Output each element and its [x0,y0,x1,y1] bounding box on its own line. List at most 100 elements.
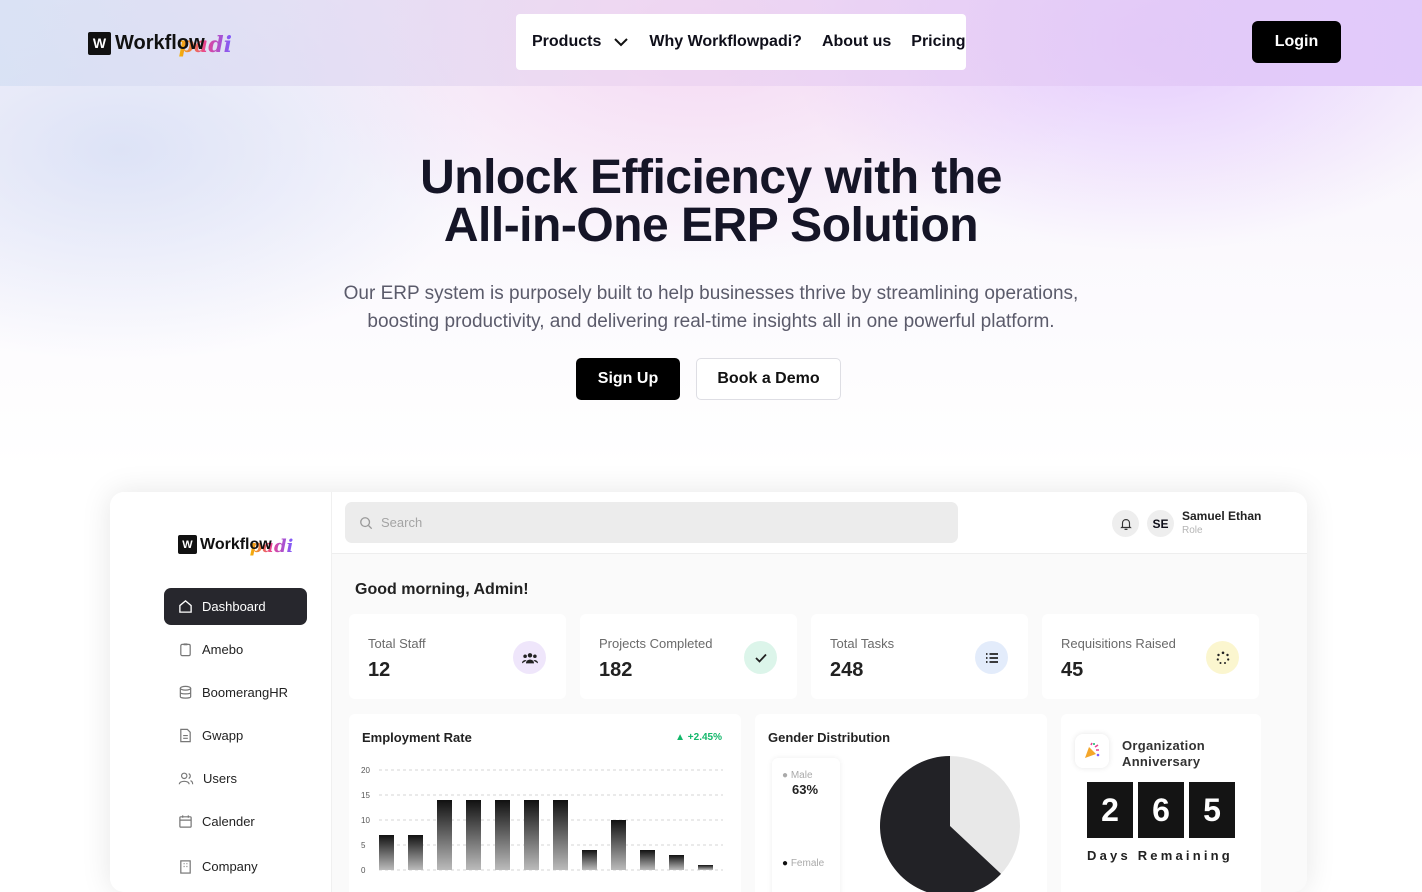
party-popper-icon [1075,734,1109,768]
team-icon [513,641,546,674]
home-icon [179,600,192,613]
main-nav: Products Why Workflowpadi? About us Pric… [516,14,966,70]
employment-rate-card: Employment Rate ▲ +2.45% 20 15 10 5 0 [349,714,741,892]
bar [437,800,452,870]
check-icon [744,641,777,674]
days-remaining-caption: Days Remaining [1087,848,1233,863]
employment-bar-chart: 20 15 10 5 0 [361,766,723,875]
calendar-icon [179,815,192,828]
countdown-digit: 6 [1138,782,1184,838]
login-button[interactable]: Login [1252,21,1341,63]
sidebar-item-label: Company [202,859,258,874]
hero-subtitle-line1: Our ERP system is purposely built to hel… [343,283,1079,304]
sidebar-item-label: BoomerangHR [202,685,288,700]
hero-subtitle-line2: boosting productivity, and delivering re… [367,311,1055,332]
bar [553,800,568,870]
logo-word: Workflow [115,31,205,54]
countdown-digit: 2 [1087,782,1133,838]
bar [408,835,423,870]
sidebar-item-label: Amebo [202,642,244,657]
anniversary-title: Organization Anniversary [1122,738,1205,770]
stat-value: 45 [1061,659,1084,681]
legend-male: ● Male [782,770,813,781]
stat-label: Requisitions Raised [1061,636,1176,651]
bar [611,820,626,870]
dashboard-preview: W Workflow padi Dashboard Amebo Boomeran… [110,492,1307,892]
clipboard-icon [180,643,191,657]
loader-icon [1206,641,1239,674]
database-icon [179,685,192,699]
sidebar-item-label: Dashboard [202,599,266,614]
document-icon [180,728,191,743]
sidebar-item-label: Users [203,771,237,786]
avatar[interactable]: SE [1147,510,1174,537]
sidebar-item-gwapp[interactable]: Gwapp [164,717,307,754]
y-tick-label: 0 [361,866,366,875]
nav-pricing[interactable]: Pricing [911,33,965,51]
bell-icon [1119,518,1132,530]
sidebar-item-users[interactable]: Users [164,760,307,797]
users-icon [178,772,194,785]
y-tick-label: 20 [361,766,370,775]
bar [466,800,481,870]
stat-value: 12 [368,659,391,681]
legend-female-label: Female [790,858,825,869]
stat-card-projects-completed: Projects Completed 182 [580,614,797,699]
sidebar-item-label: Calender [202,814,255,829]
bar [669,855,684,870]
stat-value: 182 [599,659,633,681]
logo-mark: W [88,31,111,55]
anniversary-title-line2: Anniversary [1122,754,1201,769]
gender-distribution-title: Gender Distribution [768,730,891,745]
hero-title-line2: All-in-One ERP Solution [443,199,979,252]
dashboard-logo: W Workflow padi [178,532,293,557]
hero-title: Unlock Efficiency with the All-in-One ER… [0,154,1422,250]
nav-about-us[interactable]: About us [822,33,891,51]
hero-title-line1: Unlock Efficiency with the [420,151,1002,204]
stat-label: Total Tasks [830,636,895,651]
sidebar-item-company[interactable]: Company [164,848,307,885]
brand-logo[interactable]: W Workflow padi [88,28,232,58]
sidebar-item-amebo[interactable]: Amebo [164,631,307,668]
stat-value: 248 [830,659,864,681]
list-icon [975,641,1008,674]
gender-distribution-card: Gender Distribution ● Male 63% ● Female [755,714,1047,892]
dashboard-logo-mark: W [178,535,197,554]
gender-legend: ● Male 63% ● Female [772,758,840,892]
legend-male-label: Male [790,770,813,781]
notifications-button[interactable] [1112,510,1139,537]
hero-subtitle: Our ERP system is purposely built to hel… [311,280,1111,336]
search-placeholder: Search [381,515,423,530]
chevron-down-icon [614,38,629,47]
sidebar-item-dashboard[interactable]: Dashboard [164,588,307,625]
signup-button[interactable]: Sign Up [576,358,680,400]
countdown-digit: 5 [1189,782,1235,838]
stat-card-requisitions-raised: Requisitions Raised 45 [1042,614,1259,699]
legend-male-value: 63% [792,782,819,797]
bar [495,800,510,870]
dashboard-logo-word: Workflow [200,535,272,553]
sidebar-item-label: Gwapp [202,728,244,743]
bar [698,865,713,870]
stat-label: Projects Completed [599,636,713,651]
bar [582,850,597,870]
user-name: Samuel Ethan [1182,509,1262,523]
nav-why-workflowpadi[interactable]: Why Workflowpadi? [649,33,802,51]
nav-products[interactable]: Products [532,33,629,51]
dashboard-main: Search SE Samuel Ethan Role Good morning… [332,492,1307,892]
greeting: Good morning, Admin! [355,581,529,598]
bar [640,850,655,870]
bar [524,800,539,870]
stat-card-total-staff: Total Staff 12 [349,614,566,699]
nav-products-label: Products [532,33,602,50]
bar [379,835,394,870]
stat-card-total-tasks: Total Tasks 248 [811,614,1028,699]
anniversary-title-line1: Organization [1122,738,1206,753]
sidebar-item-boomeranghr[interactable]: BoomerangHR [164,674,307,711]
sidebar-item-calender[interactable]: Calender [164,803,307,840]
book-demo-button[interactable]: Book a Demo [696,358,841,400]
dashboard-header: Search SE Samuel Ethan Role [332,492,1307,554]
y-tick-label: 5 [361,841,366,850]
search-input[interactable]: Search [345,502,958,543]
stat-label: Total Staff [368,636,426,651]
